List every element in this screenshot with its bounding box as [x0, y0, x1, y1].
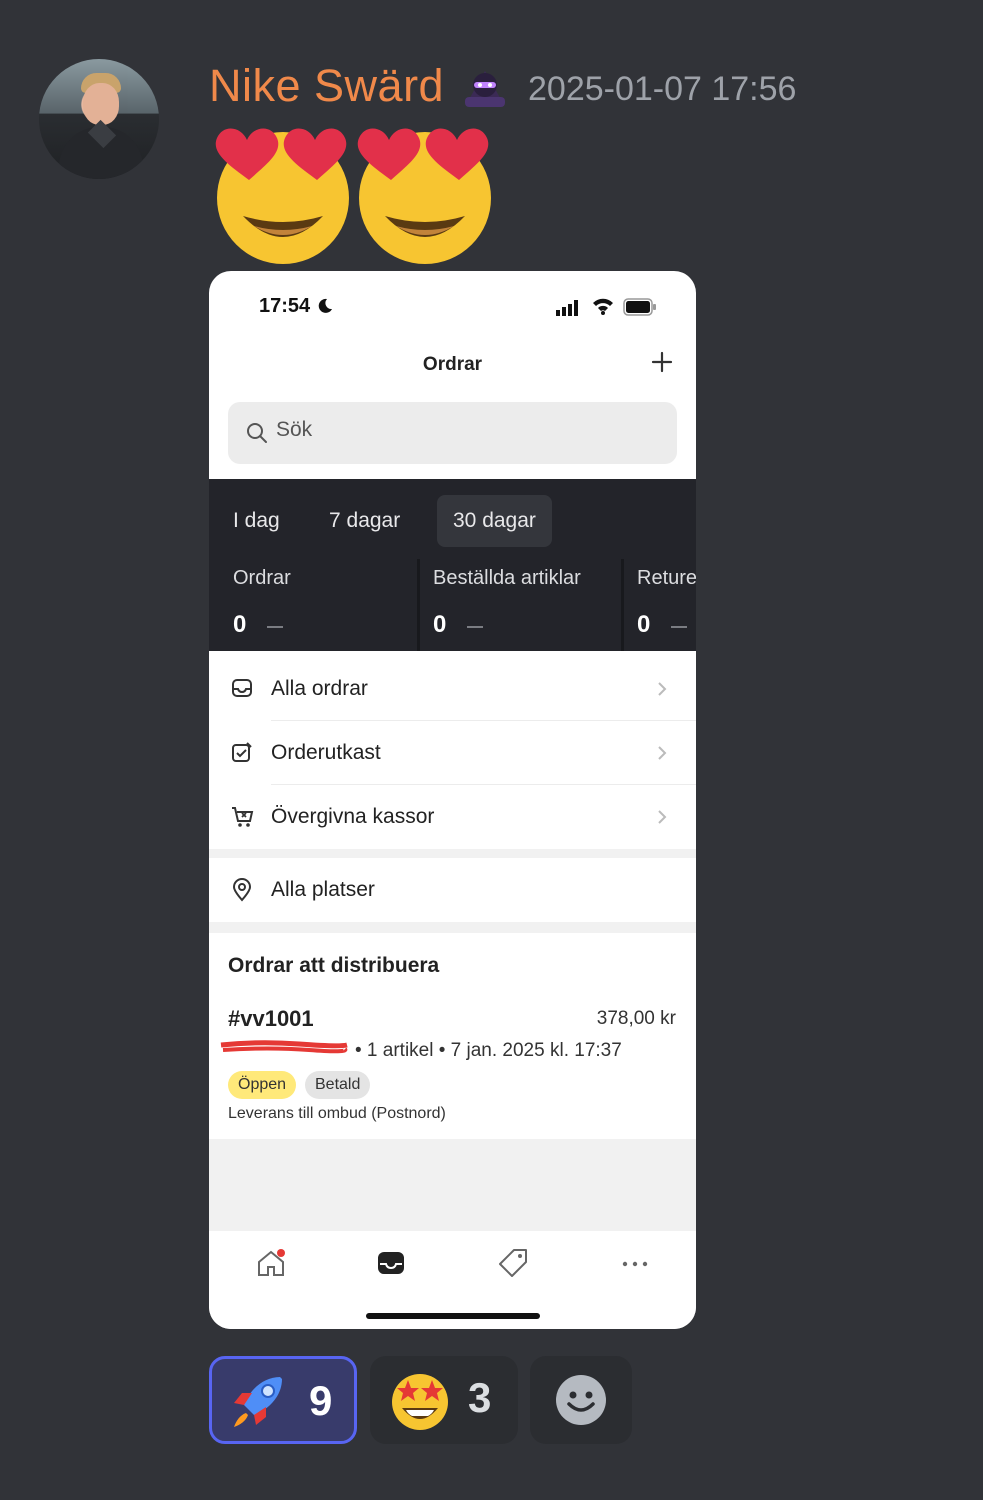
order-price: 378,00 kr — [596, 1008, 676, 1029]
chevron-right-icon — [658, 682, 667, 696]
nav-title: Ordrar — [422, 354, 483, 375]
chevron-right-icon — [658, 810, 667, 824]
status-badge-open: Öppen — [228, 1071, 297, 1099]
trend-dash — [267, 626, 283, 628]
ninja-badge-icon — [465, 71, 505, 107]
stat-label: Returer — [637, 567, 696, 589]
menu-item-label: Alla ordrar — [271, 677, 368, 700]
menu-item-abandoned-checkouts[interactable]: Övergivna kassor — [209, 785, 696, 849]
signal-icon — [556, 300, 578, 316]
stat-label: Ordrar — [233, 567, 291, 589]
stat-ordered-items[interactable]: Beställda artiklar 0 — [409, 559, 621, 651]
trend-dash — [671, 626, 687, 628]
menu-item-label: Alla platser — [271, 878, 375, 901]
order-meta: • 1 artikel • 7 jan. 2025 kl. 17:37 — [355, 1040, 622, 1061]
stat-label: Beställda artiklar — [433, 567, 581, 589]
orders-icon[interactable] — [375, 1247, 407, 1279]
username[interactable]: Nike Swärd — [209, 60, 444, 112]
add-reaction-button[interactable] — [530, 1356, 632, 1444]
stat-returns[interactable]: Returer 0 — [613, 559, 696, 651]
trend-dash — [467, 626, 483, 628]
heart-eyes-emoji — [215, 128, 349, 264]
status-badge-paid: Betald — [305, 1071, 371, 1099]
add-reaction-icon — [556, 1375, 606, 1425]
draft-edit-icon — [232, 742, 252, 762]
section-title: Ordrar att distribuera — [228, 954, 440, 977]
menu-item-draft-orders[interactable]: Orderutkast — [209, 721, 696, 785]
chevron-right-icon — [658, 746, 667, 760]
phone-screenshot[interactable]: 17:54 Ordrar I dag 7 dagar 30 dagar Ordr… — [209, 271, 696, 1329]
stat-orders[interactable]: Ordrar 0 — [209, 559, 417, 651]
search-input[interactable] — [276, 418, 656, 442]
delivery-method: Leverans till ombud (Postnord) — [228, 1105, 446, 1122]
redaction-scribble — [220, 1040, 348, 1054]
section-gap — [209, 922, 696, 933]
reaction-rocket[interactable]: 9 — [209, 1356, 357, 1444]
inbox-icon — [232, 679, 252, 697]
stats-panel: I dag 7 dagar 30 dagar Ordrar 0 Beställd… — [209, 479, 696, 651]
menu-item-all-locations[interactable]: Alla platser — [209, 858, 696, 922]
empty-area — [209, 1139, 696, 1231]
reaction-count: 9 — [309, 1377, 333, 1424]
home-icon[interactable] — [255, 1247, 287, 1279]
menu-item-label: Orderutkast — [271, 741, 381, 764]
rocket-emoji — [234, 1377, 282, 1427]
reaction-star-struck[interactable]: 3 — [370, 1356, 518, 1444]
location-pin-icon — [232, 878, 252, 902]
add-order-button[interactable] — [649, 349, 675, 375]
range-tab-30-days[interactable]: 30 dagar — [437, 495, 552, 547]
home-indicator — [366, 1313, 540, 1319]
reaction-count: 3 — [468, 1374, 492, 1421]
menu-item-label: Övergivna kassor — [271, 805, 435, 828]
search-icon — [247, 423, 267, 443]
message-timestamp: 2025-01-07 17:56 — [528, 70, 797, 108]
section-gap — [209, 849, 696, 858]
stat-value: 0 — [433, 611, 447, 638]
abandoned-cart-icon — [232, 807, 254, 827]
stat-value: 0 — [637, 611, 651, 638]
tag-icon[interactable] — [497, 1247, 529, 1279]
menu-item-all-orders[interactable]: Alla ordrar — [209, 657, 696, 721]
star-struck-emoji — [392, 1374, 448, 1430]
range-tab-7-days[interactable]: 7 dagar — [313, 495, 416, 547]
status-time: 17:54 — [259, 295, 311, 317]
stat-value: 0 — [233, 611, 247, 638]
order-id[interactable]: #vv1001 — [228, 1006, 314, 1032]
search-bar[interactable] — [228, 402, 677, 464]
user-avatar[interactable] — [39, 59, 159, 179]
moon-icon — [318, 298, 332, 313]
battery-icon — [623, 298, 656, 316]
wifi-icon — [593, 298, 613, 315]
heart-eyes-emoji — [357, 128, 491, 264]
range-tab-today[interactable]: I dag — [217, 495, 296, 547]
more-icon[interactable] — [619, 1247, 651, 1279]
